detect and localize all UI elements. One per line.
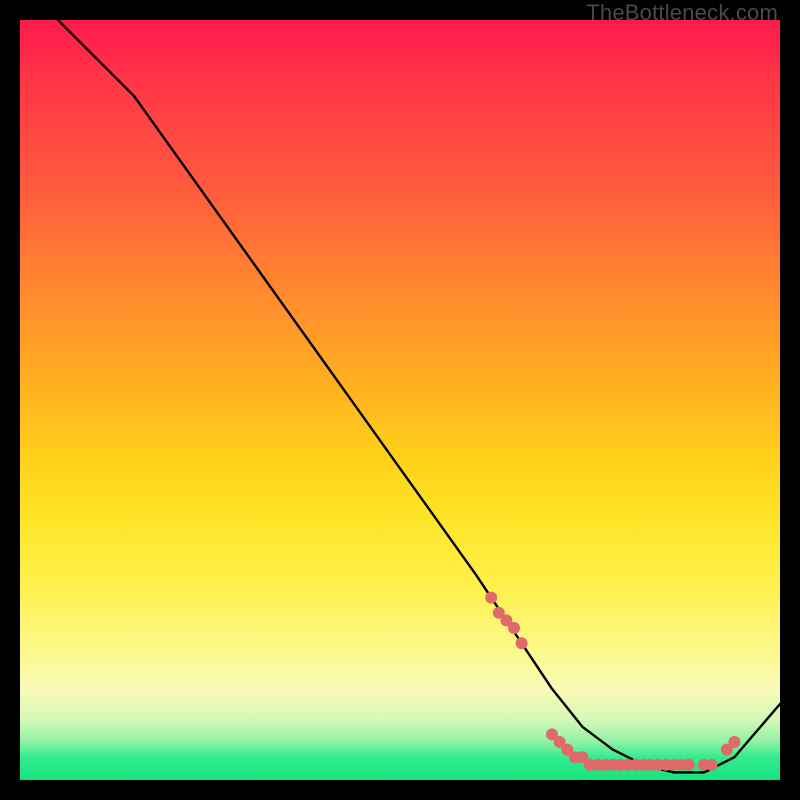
marker-dot xyxy=(706,759,718,771)
marker-dot xyxy=(508,622,520,634)
marker-dot xyxy=(516,637,528,649)
marker-dot xyxy=(728,736,740,748)
marker-dot xyxy=(485,592,497,604)
marker-dot xyxy=(683,759,695,771)
chart-svg xyxy=(20,20,780,780)
marker-group xyxy=(485,592,740,771)
chart-stage: TheBottleneck.com xyxy=(0,0,800,800)
plot-area xyxy=(20,20,780,780)
curve-path xyxy=(58,20,780,772)
